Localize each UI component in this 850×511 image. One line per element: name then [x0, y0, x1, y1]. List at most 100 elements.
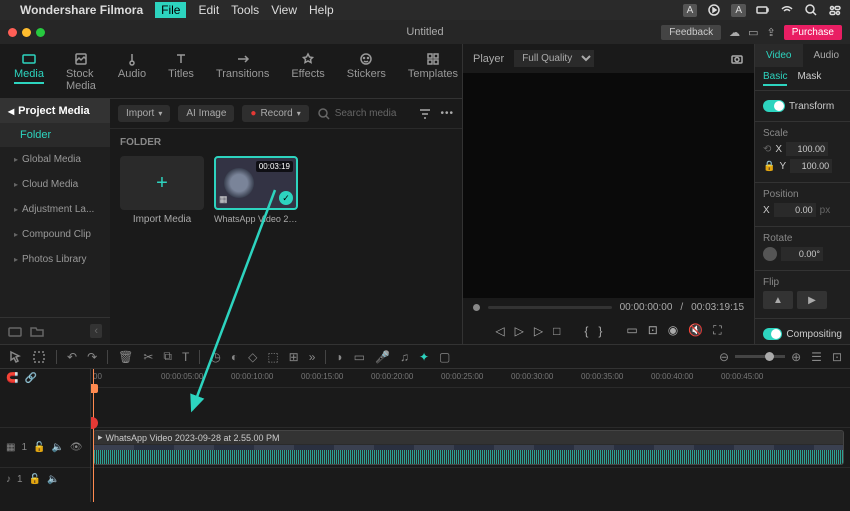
transform-toggle[interactable] — [763, 100, 785, 112]
pointer-icon[interactable] — [8, 350, 22, 364]
mixer-icon[interactable]: ♫ — [400, 350, 409, 364]
tab-templates[interactable]: Templates — [404, 50, 462, 94]
link-icon[interactable]: 🔗 — [24, 373, 36, 384]
sidebar-item-cloud[interactable]: Cloud Media — [0, 172, 110, 197]
inspector-sub-basic[interactable]: Basic — [763, 71, 787, 86]
mute-icon[interactable]: 🔈 — [51, 442, 63, 453]
rotate-dial[interactable] — [763, 247, 777, 261]
magnet-icon[interactable]: 🧲 — [6, 373, 18, 384]
tool-icon-1[interactable]: ⊞ — [289, 350, 299, 364]
list-view-icon[interactable]: ☰ — [811, 350, 822, 364]
tab-stickers[interactable]: Stickers — [343, 50, 390, 94]
import-button[interactable]: Import▾ — [118, 105, 170, 122]
search-media-input[interactable]: Search media — [317, 107, 411, 121]
mute-icon[interactable]: 🔈 — [47, 474, 59, 485]
clip-icon[interactable]: ▭ — [626, 323, 637, 338]
screen-icon[interactable]: ▭ — [748, 26, 758, 39]
search-icon[interactable] — [804, 3, 818, 17]
compositing-toggle[interactable] — [763, 328, 782, 340]
zoom-out-icon[interactable]: ⊖ — [719, 350, 729, 364]
filter-icon[interactable] — [418, 107, 432, 121]
tool-icon-3[interactable]: ▢ — [439, 350, 450, 364]
redo-icon[interactable]: ↷ — [87, 350, 97, 364]
zoom-in-icon[interactable]: ⊕ — [791, 350, 801, 364]
undo-icon[interactable]: ↶ — [67, 350, 77, 364]
marker-icon[interactable]: ◗ — [336, 350, 343, 364]
app-name[interactable]: Wondershare Filmora — [20, 3, 143, 17]
cloud-icon[interactable]: ☁ — [729, 26, 740, 39]
playhead[interactable] — [93, 369, 94, 502]
collapse-sidebar-button[interactable]: ‹ — [90, 324, 102, 338]
media-clip[interactable]: 00:03:19 ▦ ✓ WhatsApp Video 202... — [214, 156, 298, 225]
sidebar-item-compound[interactable]: Compound Clip — [0, 222, 110, 247]
tab-titles[interactable]: Titles — [164, 50, 198, 94]
vtrack-icon[interactable]: ▦ — [6, 442, 15, 453]
next-frame-icon[interactable]: ▷ — [534, 324, 543, 338]
keyframe-icon[interactable]: ◇ — [248, 350, 257, 364]
color-icon[interactable]: ◐ — [231, 350, 238, 364]
play-icon[interactable]: ▷ — [515, 324, 524, 338]
wifi-icon[interactable] — [780, 3, 794, 17]
inspector-sub-mask[interactable]: Mask — [797, 71, 821, 86]
snapshot-icon[interactable] — [730, 52, 744, 66]
fullscreen-icon[interactable]: ⛶ — [713, 323, 721, 338]
display-icon[interactable]: ⊡ — [648, 323, 658, 338]
control-center-icon[interactable] — [828, 3, 842, 17]
delete-icon[interactable]: 🗑 — [118, 350, 133, 364]
flip-v-button[interactable]: ▶ — [797, 291, 827, 309]
sidebar-item-photos[interactable]: Photos Library — [0, 247, 110, 272]
menu-view[interactable]: View — [271, 3, 297, 17]
more-tools-icon[interactable]: » — [309, 350, 316, 364]
mark-in-icon[interactable]: { — [584, 324, 588, 338]
folder-label[interactable]: Folder — [0, 123, 110, 147]
menu-tools[interactable]: Tools — [231, 3, 259, 17]
ai-image-button[interactable]: AI Image — [178, 105, 234, 122]
scale-y-input[interactable] — [790, 159, 832, 173]
mask-icon[interactable]: ⬚ — [267, 350, 278, 364]
record-button[interactable]: ●Record▾ — [242, 105, 308, 122]
inspector-tab-audio[interactable]: Audio — [803, 44, 850, 67]
menubar-badge-1[interactable]: A — [683, 4, 698, 17]
ai-icon[interactable]: ✦ — [419, 350, 429, 364]
tab-audio[interactable]: Audio — [114, 50, 150, 94]
menu-edit[interactable]: Edit — [198, 3, 219, 17]
traffic-lights[interactable] — [8, 28, 45, 37]
lock-icon[interactable]: 🔓 — [33, 442, 45, 453]
battery-icon[interactable] — [756, 3, 770, 17]
sidebar-item-global[interactable]: Global Media — [0, 147, 110, 172]
scrub-bar[interactable] — [488, 306, 612, 309]
more-icon[interactable]: ••• — [440, 108, 454, 119]
tool-icon-2[interactable]: ▭ — [354, 350, 365, 364]
sidebar-item-adjustment[interactable]: Adjustment La... — [0, 197, 110, 222]
import-media-tile[interactable]: + — [120, 156, 204, 210]
project-media-header[interactable]: ◀Project Media — [0, 99, 110, 123]
zoom-slider[interactable] — [735, 355, 785, 358]
eye-icon[interactable]: 👁 — [70, 442, 83, 453]
settings-icon[interactable]: ⊡ — [832, 350, 842, 364]
cut-icon[interactable]: ✂ — [143, 350, 153, 364]
new-folder-icon[interactable] — [8, 324, 22, 338]
play-circle-icon[interactable] — [707, 3, 721, 17]
audio-track[interactable] — [91, 467, 850, 491]
tab-stock-media[interactable]: Stock Media — [62, 50, 100, 94]
lock-icon[interactable]: 🔓 — [29, 474, 41, 485]
scrub-handle[interactable] — [473, 304, 480, 311]
menu-file[interactable]: File — [155, 2, 186, 18]
tab-effects[interactable]: Effects — [287, 50, 328, 94]
crop-icon[interactable]: ⧉ — [163, 349, 172, 364]
menu-help[interactable]: Help — [309, 3, 334, 17]
atrack-icon[interactable]: ♪ — [6, 474, 11, 485]
stop-icon[interactable]: □ — [553, 324, 560, 338]
menubar-badge-2[interactable]: A — [731, 4, 746, 17]
mic-icon[interactable]: 🎤 — [375, 350, 390, 364]
text-icon[interactable]: T — [182, 350, 189, 364]
timeline-ruler[interactable]: 00 00:00:05:00 00:00:10:00 00:00:15:00 0… — [91, 369, 850, 387]
flip-h-button[interactable]: ▲ — [763, 291, 793, 309]
purchase-button[interactable]: Purchase — [784, 25, 842, 40]
export-icon[interactable]: ⇪ — [767, 26, 776, 39]
prev-frame-icon[interactable]: ◁ — [495, 324, 504, 338]
scale-x-input[interactable] — [786, 142, 828, 156]
speed-icon[interactable]: ◷ — [210, 350, 220, 364]
feedback-button[interactable]: Feedback — [661, 25, 721, 40]
tab-transitions[interactable]: Transitions — [212, 50, 273, 94]
